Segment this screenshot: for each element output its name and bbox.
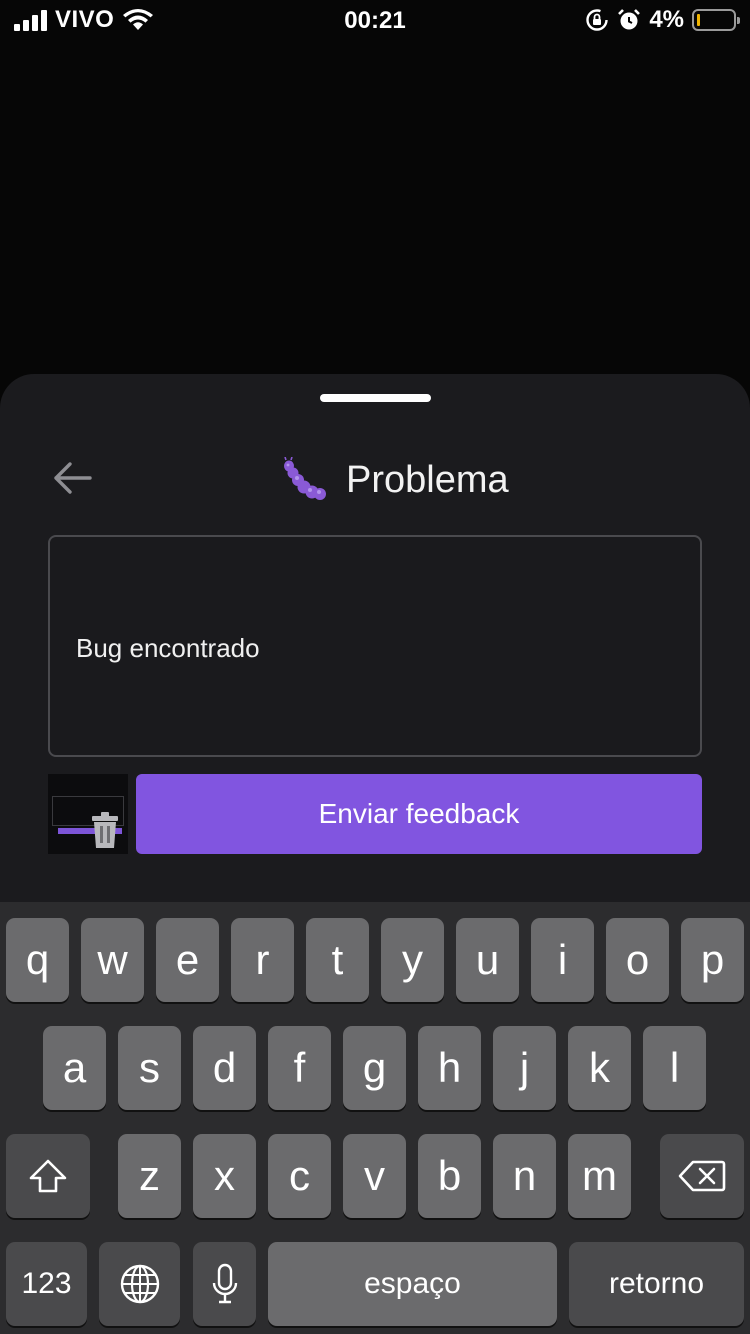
key-h[interactable]: h	[418, 1026, 481, 1110]
keyboard: q w e r t y u i o p a s d f g h j k l z …	[0, 902, 750, 1334]
key-a[interactable]: a	[43, 1026, 106, 1110]
key-t[interactable]: t	[306, 918, 369, 1002]
key-n[interactable]: n	[493, 1134, 556, 1218]
key-o[interactable]: o	[606, 918, 669, 1002]
key-y[interactable]: y	[381, 918, 444, 1002]
return-key[interactable]: retorno	[569, 1242, 744, 1326]
sheet-grabber[interactable]	[320, 394, 431, 402]
key-m[interactable]: m	[568, 1134, 631, 1218]
bug-icon	[284, 457, 326, 500]
sheet-header: Problema	[282, 452, 509, 508]
globe-key[interactable]	[99, 1242, 180, 1326]
key-j[interactable]: j	[493, 1026, 556, 1110]
shift-key[interactable]	[6, 1134, 90, 1218]
microphone-key[interactable]	[193, 1242, 256, 1326]
key-z[interactable]: z	[118, 1134, 181, 1218]
delete-icon	[678, 1160, 726, 1192]
sheet-title: Problema	[346, 458, 509, 501]
status-right: 4%	[585, 6, 740, 34]
delete-key[interactable]	[660, 1134, 744, 1218]
key-f[interactable]: f	[268, 1026, 331, 1110]
key-l[interactable]: l	[643, 1026, 706, 1110]
key-x[interactable]: x	[193, 1134, 256, 1218]
back-button[interactable]	[48, 456, 96, 500]
space-key[interactable]: espaço	[268, 1242, 557, 1326]
battery-fill	[697, 14, 700, 26]
battery-percent: 4%	[649, 6, 684, 33]
globe-icon	[120, 1264, 159, 1304]
key-i[interactable]: i	[531, 918, 594, 1002]
key-w[interactable]: w	[81, 918, 144, 1002]
key-d[interactable]: d	[193, 1026, 256, 1110]
status-bar: VIVO 00:21 4%	[0, 0, 750, 40]
key-c[interactable]: c	[268, 1134, 331, 1218]
key-b[interactable]: b	[418, 1134, 481, 1218]
shift-icon	[29, 1159, 67, 1193]
key-k[interactable]: k	[568, 1026, 631, 1110]
key-r[interactable]: r	[231, 918, 294, 1002]
microphone-icon	[212, 1263, 237, 1304]
key-q[interactable]: q	[6, 918, 69, 1002]
feedback-textarea[interactable]: Bug encontrado	[48, 535, 702, 757]
key-s[interactable]: s	[118, 1026, 181, 1110]
numbers-key[interactable]: 123	[6, 1242, 87, 1326]
battery-icon	[692, 9, 740, 31]
send-feedback-button[interactable]: Enviar feedback	[136, 774, 702, 854]
trash-icon[interactable]	[90, 812, 120, 848]
key-v[interactable]: v	[343, 1134, 406, 1218]
feedback-text: Bug encontrado	[76, 633, 260, 663]
feedback-sheet: Problema Bug encontrado Enviar feedback	[0, 374, 750, 934]
key-g[interactable]: g	[343, 1026, 406, 1110]
key-e[interactable]: e	[156, 918, 219, 1002]
key-p[interactable]: p	[681, 918, 744, 1002]
screenshot-thumbnail[interactable]	[48, 774, 128, 854]
back-arrow-icon	[54, 462, 92, 494]
alarm-icon	[618, 9, 641, 30]
orientation-lock-icon	[586, 9, 609, 31]
key-u[interactable]: u	[456, 918, 519, 1002]
